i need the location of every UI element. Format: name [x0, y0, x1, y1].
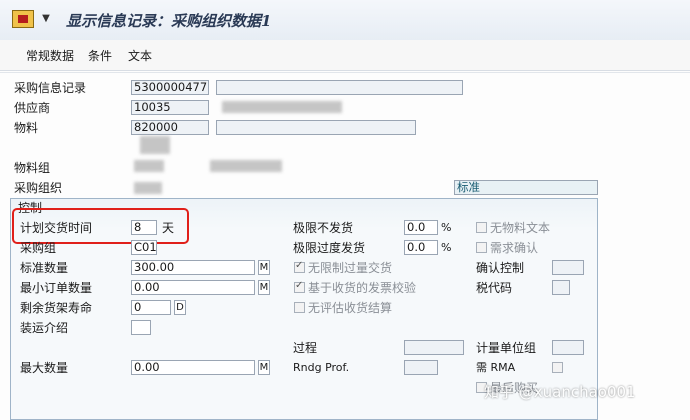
vendor-name-redacted [222, 101, 342, 113]
underdelivery-label: 极限不发货 [293, 221, 354, 235]
shelf-life-label: 剩余货架寿命 [20, 301, 93, 315]
menu-conditions[interactable]: 条件 [88, 47, 112, 64]
unlimited-over-label: 无限制过量交货 [308, 261, 393, 275]
no-eval-gr-label: 无评估收货结算 [308, 301, 393, 315]
dropdown-arrow-icon[interactable]: ▼ [38, 10, 54, 28]
overdelivery-label: 极限过度发货 [293, 241, 366, 255]
underdelivery-unit: % [441, 221, 452, 234]
std-qty-label: 标准数量 [20, 261, 69, 275]
no-material-text-label: 无物料文本 [490, 221, 551, 235]
tax-code-field[interactable] [552, 280, 570, 295]
info-record-label: 采购信息记录 [14, 81, 87, 95]
no-eval-gr-checkbox[interactable] [294, 302, 305, 313]
purch-org-label: 采购组织 [14, 181, 63, 195]
confirm-control-label: 确认控制 [476, 261, 525, 275]
rndg-prof-field[interactable] [404, 360, 438, 375]
procedure-label: 过程 [293, 341, 318, 355]
overdelivery-field[interactable]: 0.0 [404, 240, 438, 255]
unlimited-over-checkbox[interactable] [294, 260, 305, 273]
purch-org-redacted [134, 182, 162, 194]
no-material-text-checkbox[interactable] [476, 222, 487, 233]
purch-group-field[interactable]: C01 [131, 240, 157, 255]
std-qty-field[interactable]: 300.00 [131, 260, 255, 275]
vendor-field[interactable]: 10035 [131, 100, 209, 115]
std-qty-unit[interactable]: M [258, 260, 270, 275]
material-group-redacted [134, 160, 164, 172]
info-record-desc-field[interactable] [216, 80, 463, 95]
shipping-field[interactable] [131, 320, 151, 335]
shelf-life-unit[interactable]: D [174, 300, 186, 315]
material-group-desc-redacted [210, 160, 282, 172]
material-label: 物料 [14, 121, 39, 135]
window-title: 显示信息记录：采购组织数据1 [66, 12, 272, 30]
watermark: 知乎 @xuanchao001 [484, 383, 636, 401]
gr-invoice-checkbox[interactable] [294, 280, 305, 293]
material-desc-field[interactable] [216, 120, 416, 135]
max-qty-label: 最大数量 [20, 361, 69, 375]
overdelivery-unit: % [441, 241, 452, 254]
info-record-field[interactable]: 5300000477 [131, 80, 209, 95]
max-qty-field[interactable]: 0.00 [131, 360, 255, 375]
menu-texts[interactable]: 文本 [128, 47, 152, 64]
uom-group-field[interactable] [552, 340, 584, 355]
shelf-life-field[interactable]: 0 [131, 300, 171, 315]
purch-group-label: 采购组 [20, 241, 57, 255]
min-order-label: 最小订单数量 [20, 281, 93, 295]
vendor-label: 供应商 [14, 101, 51, 115]
highlight-box [12, 208, 189, 244]
ack-required-checkbox[interactable] [476, 242, 487, 253]
ack-required-label: 需求确认 [490, 241, 539, 255]
rma-checkbox[interactable] [552, 362, 563, 373]
tax-code-label: 税代码 [476, 281, 513, 295]
procedure-field[interactable] [404, 340, 464, 355]
material-field[interactable]: 820000 [131, 120, 209, 135]
menu-separator [0, 72, 690, 73]
menu-general-data[interactable]: 常规数据 [26, 47, 74, 64]
sap-menu-icon[interactable] [12, 10, 34, 28]
min-order-unit[interactable]: M [258, 280, 270, 295]
gr-invoice-label: 基于收货的发票校验 [308, 281, 417, 295]
standard-field[interactable]: 标准 [454, 180, 598, 195]
rndg-prof-label: Rndg Prof. [293, 361, 350, 374]
material-redacted [140, 136, 170, 154]
max-qty-unit[interactable]: M [258, 360, 270, 375]
underdelivery-field[interactable]: 0.0 [404, 220, 438, 235]
material-group-label: 物料组 [14, 161, 51, 175]
min-order-field[interactable]: 0.00 [131, 280, 255, 295]
shipping-label: 装运介绍 [20, 321, 69, 335]
rma-label: 需 RMA [476, 361, 516, 374]
uom-group-label: 计量单位组 [476, 341, 537, 355]
confirm-control-field[interactable] [552, 260, 584, 275]
